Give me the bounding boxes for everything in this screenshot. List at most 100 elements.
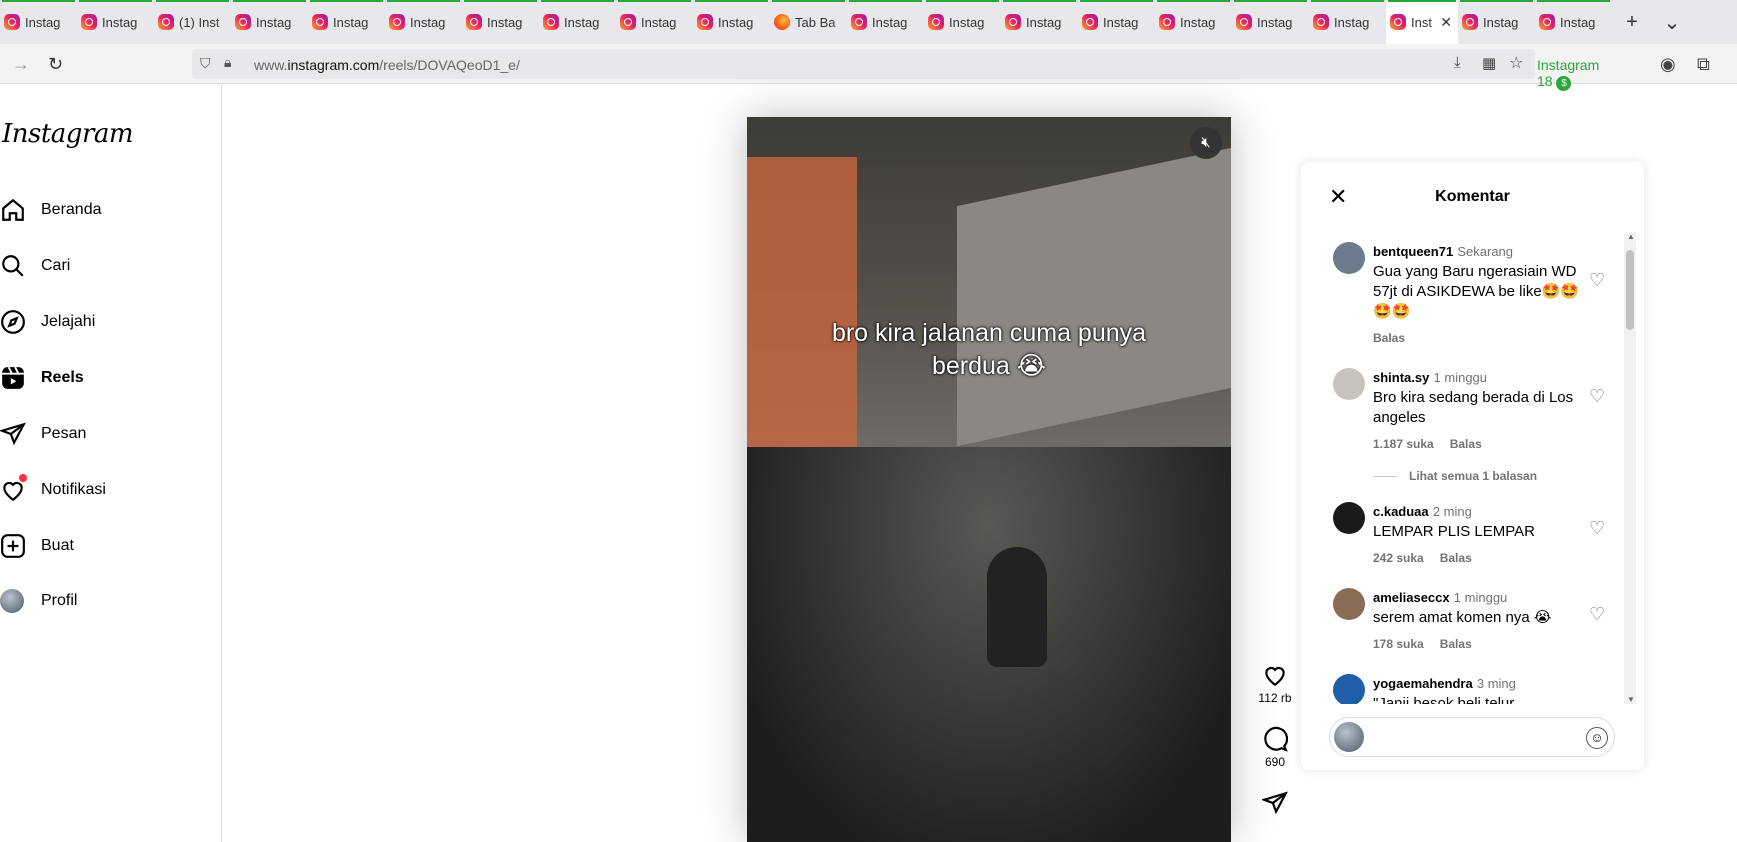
sidebar-item-beranda[interactable]: Beranda <box>0 197 102 223</box>
url-field[interactable]: ⛉ 🔒︎ www.instagram.com/reels/DOVAQeoD1_e… <box>192 49 1599 91</box>
sidebar-item-profil[interactable]: Profil <box>0 589 77 613</box>
comment-time: 1 minggu <box>1453 590 1508 605</box>
heart-icon[interactable]: ♡ <box>1589 386 1605 407</box>
sidebar-item-cari[interactable]: Cari <box>0 253 70 279</box>
comment-username[interactable]: yogaemahendra <box>1373 676 1473 691</box>
tab[interactable]: Instag <box>462 0 539 44</box>
tab-label: Instag <box>872 14 908 30</box>
notification-dot <box>19 474 27 482</box>
instagram-logo[interactable]: Instagram <box>2 119 134 149</box>
tab-label: Tab Ba <box>795 14 836 30</box>
extension-badge[interactable]: Instagram 18 $ <box>1537 57 1599 91</box>
shield-icon[interactable]: ⛉ <box>200 55 211 72</box>
comment-username[interactable]: ameliaseccx <box>1373 590 1450 605</box>
tab[interactable]: (1) Inst <box>154 0 231 44</box>
tab-list-button[interactable]: ⌄ <box>1652 10 1692 35</box>
comment-text: Bro kira sedang berada di Los angeles <box>1373 389 1574 426</box>
reel-video[interactable]: bro kira jalanan cuma punya berdua 😭 <box>747 117 1231 842</box>
lock-icon[interactable]: 🔒︎ <box>224 54 231 71</box>
comment-icon <box>1264 726 1289 752</box>
tab[interactable]: Instag <box>1078 0 1155 44</box>
scrollbar[interactable]: ▲ ▼ <box>1624 232 1636 704</box>
tab[interactable]: Instag <box>308 0 385 44</box>
tab-label: Instag <box>102 14 138 30</box>
browser-tab-bar: Instag Instag (1) Inst Instag Instag Instag In… <box>0 0 1737 44</box>
tab[interactable]: Instag <box>1001 0 1078 44</box>
comment-text: Gua yang Baru ngerasiain WD 57jt di ASIK… <box>1373 263 1580 320</box>
instagram-icon <box>1236 14 1252 30</box>
close-tab-icon[interactable]: ✕ <box>1440 14 1452 31</box>
reply-button[interactable]: Balas <box>1440 637 1472 651</box>
scroll-up-icon[interactable]: ▲ <box>1627 232 1635 241</box>
address-bar: → ↻ ⛉ 🔒︎ www.instagram.com/reels/DOVAQeo… <box>0 44 1737 91</box>
video-scene-figure <box>987 547 1047 667</box>
emoji-icon[interactable]: ☺ <box>1586 727 1608 749</box>
sidebar-item-label: Buat <box>41 537 74 554</box>
tab[interactable]: Instag <box>385 0 462 44</box>
new-tab-button[interactable]: + <box>1612 11 1652 34</box>
tab[interactable]: Instag <box>1232 0 1309 44</box>
tab-label: Instag <box>333 14 369 30</box>
qr-icon[interactable]: ▦ <box>1482 54 1496 72</box>
tab[interactable]: Instag <box>924 0 1001 44</box>
avatar[interactable] <box>1333 502 1365 534</box>
heart-icon[interactable]: ♡ <box>1589 518 1605 539</box>
sidebar-item-label: Reels <box>41 369 84 386</box>
comment-username[interactable]: c.kaduaa <box>1373 504 1429 519</box>
avatar[interactable] <box>1333 242 1365 274</box>
sidebar-item-label: Beranda <box>41 201 102 218</box>
sidebar-item-notifikasi[interactable]: Notifikasi <box>0 474 106 503</box>
tab[interactable]: Instag <box>1309 0 1386 44</box>
tab[interactable]: Instag <box>0 0 77 44</box>
tab-active[interactable]: Inst ✕ <box>1386 0 1458 44</box>
comment-input[interactable]: ☺ <box>1329 717 1615 757</box>
comment-likes[interactable]: 1.187 suka <box>1373 437 1434 451</box>
download-icon[interactable]: ⤓ <box>1454 54 1461 71</box>
share-button[interactable] <box>1257 790 1293 819</box>
comment-button[interactable]: 690 <box>1257 726 1293 769</box>
tab[interactable]: Instag <box>77 0 154 44</box>
heart-icon[interactable]: ♡ <box>1589 270 1605 291</box>
tab[interactable]: Instag <box>616 0 693 44</box>
reply-button[interactable]: Balas <box>1373 331 1405 345</box>
sidebar-item-label: Notifikasi <box>41 481 106 498</box>
comment-likes[interactable]: 178 suka <box>1373 637 1424 651</box>
instagram-icon <box>235 14 251 30</box>
account-icon[interactable]: ◉ <box>1660 54 1676 75</box>
scrollbar-thumb[interactable] <box>1626 250 1634 330</box>
tab[interactable]: Instag <box>1155 0 1232 44</box>
tab[interactable]: Instag <box>1458 0 1535 44</box>
tab[interactable]: Instag <box>539 0 616 44</box>
view-replies-link[interactable]: Lihat semua 1 balasan <box>1373 469 1537 483</box>
reload-icon[interactable]: ↻ <box>48 54 63 75</box>
tab-label: Instag <box>641 14 677 30</box>
tab-label: Instag <box>1334 14 1370 30</box>
bookmark-star-icon[interactable]: ☆ <box>1509 53 1523 73</box>
video-scene-house <box>957 147 1231 447</box>
tab[interactable]: Instag <box>693 0 770 44</box>
reply-button[interactable]: Balas <box>1440 551 1472 565</box>
avatar[interactable] <box>1333 674 1365 704</box>
comment-username[interactable]: bentqueen71 <box>1373 244 1453 259</box>
forward-icon[interactable]: → <box>12 54 30 75</box>
tab[interactable]: Tab Ba <box>770 0 847 44</box>
comment-likes[interactable]: 242 suka <box>1373 551 1424 565</box>
heart-icon[interactable]: ♡ <box>1589 604 1605 625</box>
like-button[interactable]: 112 rb <box>1257 662 1293 705</box>
comment-username[interactable]: shinta.sy <box>1373 370 1429 385</box>
sidebar-item-jelajahi[interactable]: Jelajahi <box>0 309 95 335</box>
sidebar-item-buat[interactable]: Buat <box>0 533 74 559</box>
sidebar-item-reels[interactable]: Reels <box>0 365 84 391</box>
sidebar-item-pesan[interactable]: Pesan <box>0 421 86 447</box>
mute-icon[interactable]: 🔇︎ <box>1190 127 1222 159</box>
tab[interactable]: Instag <box>847 0 924 44</box>
tab[interactable]: Instag <box>231 0 308 44</box>
reply-button[interactable]: Balas <box>1450 437 1482 451</box>
send-icon <box>1260 791 1289 815</box>
sidebar: Instagram Beranda Cari Jelajahi Reels Pe… <box>0 85 222 842</box>
comments-panel: ✕ Komentar ▲ ▼ bentqueen71 Sekarang Gua … <box>1301 162 1644 770</box>
avatar[interactable] <box>1333 368 1365 400</box>
tab[interactable]: Instag <box>1535 0 1612 44</box>
extensions-icon[interactable]: ⧉ <box>1697 54 1710 75</box>
avatar[interactable] <box>1333 588 1365 620</box>
